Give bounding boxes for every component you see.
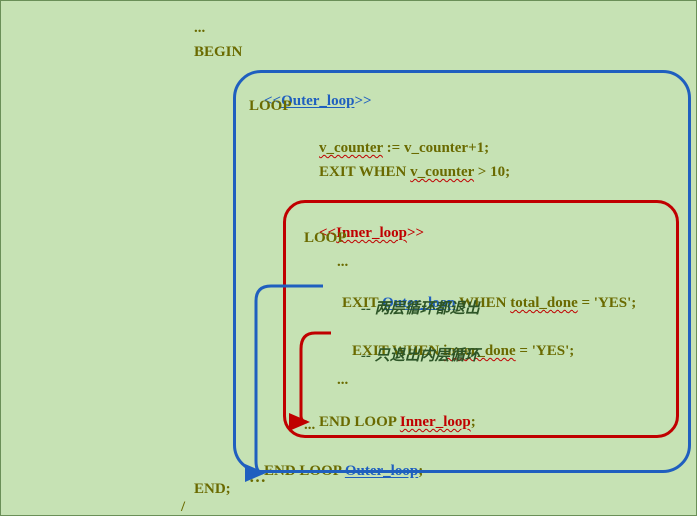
gt10: > 10;: [474, 164, 510, 180]
total-done: total_done: [510, 295, 578, 311]
end-loop-outer-ref: Outer_loop: [345, 463, 418, 479]
code-end: END;: [194, 480, 231, 498]
end-loop-inner-semi: ;: [471, 414, 476, 430]
inner-label-close: >>: [407, 225, 424, 241]
eq-yes2: = 'YES';: [516, 343, 575, 359]
code-slash: /: [181, 498, 185, 516]
code-end-loop-inner: END LOOP Inner_loop;: [304, 395, 476, 449]
code-ellipsis-bottom: …: [249, 468, 266, 486]
outer-label-name: Outer_loop: [281, 93, 354, 109]
code-outer-loop-kw: LOOP: [249, 97, 292, 115]
end-loop-inner-kw: END LOOP: [319, 414, 400, 430]
diagram-canvas: ... BEGIN <<Outer_loop>> LOOP v_counter …: [0, 0, 697, 516]
code-begin: BEGIN: [194, 43, 242, 61]
code-inner-ellipsis2: ...: [337, 371, 348, 389]
code-inner-loop-kw: LOOP: [304, 229, 347, 247]
end-loop-outer-kw: END LOOP: [264, 463, 345, 479]
code-comment-both-exit: -- 两层循环都退出: [361, 300, 480, 318]
code-ellipsis-top: ...: [194, 19, 205, 37]
code-comment-inner-exit: -- 只退出内层循环: [361, 347, 480, 365]
end-loop-outer-semi: ;: [418, 463, 423, 479]
vcounter2: v_counter: [410, 164, 474, 180]
end-loop-inner-ref: Inner_loop: [400, 414, 471, 430]
eq-yes1: = 'YES';: [578, 295, 637, 311]
code-inner-ellipsis1: ...: [337, 253, 348, 271]
code-end-loop-outer: END LOOP Outer_loop;: [249, 444, 423, 498]
outer-label-close: >>: [354, 93, 371, 109]
code-exit-when-outer: EXIT WHEN v_counter > 10;: [304, 145, 510, 199]
code-inner-ellipsis3: ...: [304, 416, 315, 434]
exit-when1: EXIT WHEN: [319, 164, 410, 180]
inner-label-name: Inner_loop: [336, 225, 407, 241]
